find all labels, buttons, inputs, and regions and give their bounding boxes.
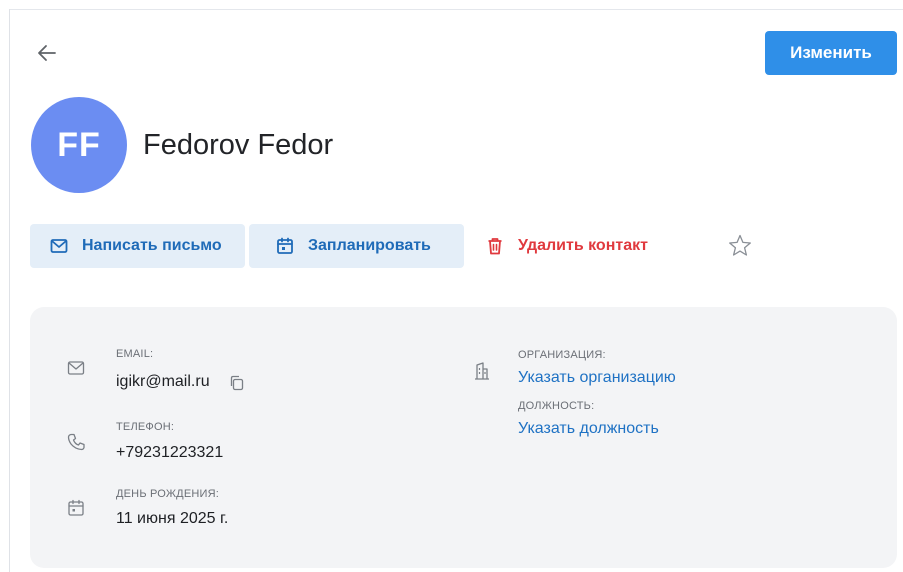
back-button[interactable] [34,40,60,66]
favorite-star-button[interactable] [727,233,753,259]
calendar-icon [274,235,296,257]
calendar-icon [68,499,84,516]
birthday-value: 11 июня 2025 г. [116,510,229,527]
edit-button[interactable]: Изменить [765,31,897,75]
email-label: EMAIL: [116,348,154,360]
building-icon [475,362,489,380]
delete-contact-label: Удалить контакт [518,237,648,254]
copy-icon[interactable] [229,375,245,391]
star-icon [729,234,751,256]
trash-icon [484,235,506,257]
contact-details-card: EMAIL: igikr@mail.ru ТЕЛЕФОН: +792312233… [30,307,897,568]
birthday-label: ДЕНЬ РОЖДЕНИЯ: [116,488,220,500]
schedule-label: Запланировать [308,237,431,254]
position-label: ДОЛЖНОСТЬ: [518,400,595,412]
contact-name: Fedorov Fedor [143,129,334,161]
organization-label: ОРГАНИЗАЦИЯ: [518,349,606,361]
schedule-button[interactable]: Запланировать [249,224,464,268]
arrow-left-icon [38,45,56,61]
avatar: FF [31,97,127,193]
delete-contact-button[interactable]: Удалить контакт [470,224,675,268]
envelope-icon [48,235,70,257]
phone-label: ТЕЛЕФОН: [116,421,175,433]
phone-value[interactable]: +79231223321 [116,444,223,462]
write-email-button[interactable]: Написать письмо [30,224,245,268]
email-value[interactable]: igikr@mail.ru [116,373,210,391]
write-email-label: Написать письмо [82,237,222,254]
contact-page: Изменить FF Fedorov Fedor Написать письм… [0,0,903,572]
envelope-icon [67,361,85,375]
top-divider [9,9,903,10]
set-position-link[interactable]: Указать должность [518,420,659,438]
left-divider [9,9,10,572]
phone-icon [67,433,85,451]
set-organization-link[interactable]: Указать организацию [518,369,676,387]
